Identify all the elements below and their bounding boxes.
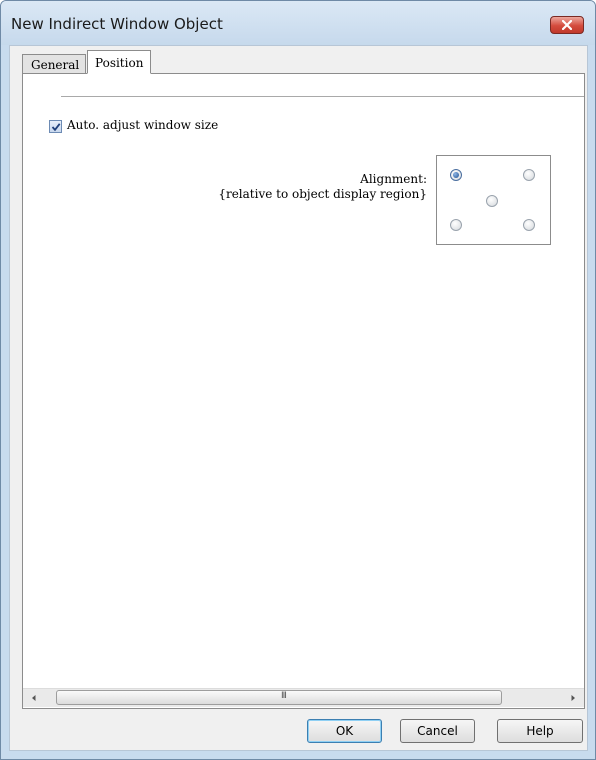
help-button[interactable]: Help <box>497 719 583 743</box>
auto-adjust-checkbox[interactable] <box>49 120 62 133</box>
checkmark-icon <box>51 123 61 132</box>
tab-position-label: Position <box>95 56 144 70</box>
separator-line <box>61 96 584 97</box>
ok-button[interactable]: OK <box>307 719 382 743</box>
tab-general[interactable]: General <box>22 54 86 74</box>
alignment-label: Alignment: {relative to object display r… <box>218 172 427 202</box>
radio-selected-dot <box>453 172 459 178</box>
alignment-sublabel: {relative to object display region} <box>218 187 427 201</box>
align-top-right-radio[interactable] <box>523 169 535 181</box>
horizontal-scrollbar[interactable]: III <box>23 688 584 707</box>
window-title: New Indirect Window Object <box>11 15 223 33</box>
align-bottom-right-radio[interactable] <box>523 219 535 231</box>
align-top-left-radio[interactable] <box>450 169 462 181</box>
arrow-right-icon[interactable] <box>568 693 578 703</box>
dialog-window: New Indirect Window Object General Posit… <box>0 0 596 760</box>
title-bar[interactable]: New Indirect Window Object <box>1 1 595 45</box>
tab-position[interactable]: Position <box>87 50 151 74</box>
align-bottom-left-radio[interactable] <box>450 219 462 231</box>
cancel-button[interactable]: Cancel <box>400 719 475 743</box>
alignment-grid <box>436 155 551 245</box>
align-center-radio[interactable] <box>486 195 498 207</box>
scrollbar-thumb[interactable]: III <box>56 690 502 705</box>
auto-adjust-label[interactable]: Auto. adjust window size <box>67 118 218 132</box>
scrollbar-grip: III <box>281 691 287 701</box>
arrow-left-icon[interactable] <box>29 693 39 703</box>
tab-general-label: General <box>31 58 80 72</box>
close-button[interactable] <box>550 16 584 34</box>
alignment-title: Alignment: <box>360 172 427 186</box>
close-icon <box>562 20 572 30</box>
